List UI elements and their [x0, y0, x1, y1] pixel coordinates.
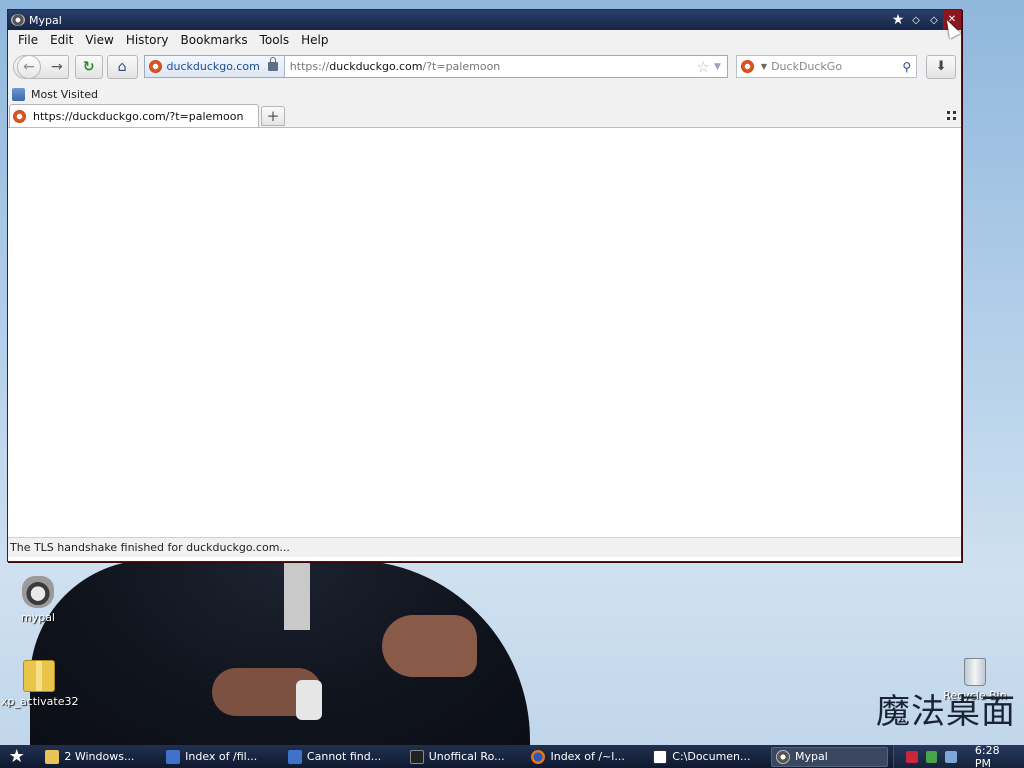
url-bar[interactable]: duckduckgo.com https://duckduckgo.com/?t…	[143, 55, 728, 78]
wallpaper-hand	[382, 615, 477, 677]
taskbar-item-label: 2 Windows...	[64, 750, 135, 763]
taskbar-item-label: Index of /fil...	[185, 750, 258, 763]
wallpaper-cuff	[296, 680, 322, 720]
site-identity-button[interactable]: duckduckgo.com	[144, 56, 285, 77]
search-bar[interactable]: ▼ DuckDuckGo ⚲	[735, 55, 918, 78]
status-text: The TLS handshake finished for duckduckg…	[10, 541, 290, 554]
taskbar-item-documents[interactable]: C:\Documen...	[649, 747, 766, 767]
start-button[interactable]: ★	[0, 745, 33, 768]
pin-icon[interactable]: ★	[889, 12, 907, 28]
wallpaper-shirt	[284, 560, 310, 630]
reload-button[interactable]: ↻	[74, 54, 103, 79]
menu-edit[interactable]: Edit	[44, 33, 79, 47]
window-title: Mypal	[29, 13, 62, 27]
taskbar-item-label: Index of /~l...	[550, 750, 625, 763]
bookmarks-toolbar: Most Visited	[8, 84, 961, 104]
tab-duckduckgo[interactable]: https://duckduckgo.com/?t=palemoon	[9, 104, 259, 127]
lock-icon	[267, 57, 278, 71]
shield-icon[interactable]	[905, 750, 918, 763]
folder-icon	[45, 749, 60, 764]
engine-dropdown-icon[interactable]: ▼	[761, 62, 767, 71]
menu-tools[interactable]: Tools	[254, 33, 296, 47]
downloads-button[interactable]: ⬇	[926, 54, 957, 79]
desktop-icon-mypal[interactable]: mypal	[0, 576, 76, 624]
tab-favicon-icon	[13, 109, 26, 123]
url-suffix: /?t=palemoon	[422, 60, 501, 73]
taskbar-item-windows[interactable]: 2 Windows...	[41, 747, 157, 767]
taskbar-item-label: Mypal	[795, 750, 828, 763]
most-visited-folder[interactable]: Most Visited	[31, 88, 98, 101]
wallpaper-logo: 魔法桌面	[876, 692, 1016, 732]
menu-help[interactable]: Help	[295, 33, 334, 47]
navigation-toolbar: ← → ↻ ⌂ duckduckgo.com https://duckduckg…	[8, 49, 961, 84]
zip-icon	[23, 660, 55, 692]
ie-icon	[287, 749, 302, 764]
taskbar-item-label: C:\Documen...	[672, 750, 751, 763]
minimize-button[interactable]: ◇	[907, 15, 925, 26]
menu-history[interactable]: History	[120, 33, 175, 47]
duckduckgo-icon	[148, 60, 162, 73]
list-all-tabs-icon[interactable]	[947, 111, 956, 120]
taskbar-item-label: Cannot find...	[306, 750, 382, 763]
network-icon[interactable]	[925, 750, 938, 763]
menu-file[interactable]: File	[12, 33, 44, 47]
menu-view[interactable]: View	[79, 33, 119, 47]
taskbar-item-mypal[interactable]: Mypal	[771, 746, 888, 767]
desktop-icon-xp-activate[interactable]: xp_activate32	[1, 660, 79, 708]
taskbar-item-cannot-find[interactable]: Cannot find...	[284, 747, 401, 767]
tab-bar: https://duckduckgo.com/?t=palemoon +	[8, 104, 961, 128]
url-host: duckduckgo.com	[329, 60, 423, 73]
most-visited-icon	[12, 87, 25, 101]
back-button[interactable]: ←	[17, 54, 41, 79]
status-bar: The TLS handshake finished for duckduckg…	[8, 537, 961, 557]
tab-label: https://duckduckgo.com/?t=palemoon	[33, 109, 244, 123]
forward-button[interactable]: →	[51, 59, 63, 75]
back-forward-group: ← →	[13, 54, 69, 79]
clock[interactable]: 6:28 PM	[975, 744, 1018, 768]
home-icon: ⌂	[117, 58, 127, 75]
menu-bookmarks[interactable]: Bookmarks	[175, 33, 254, 47]
taskbar-item-unoffical[interactable]: Unoffical Ro...	[406, 747, 523, 767]
url-dropdown-icon[interactable]: ▼	[714, 62, 721, 72]
recycle-bin-icon	[964, 658, 986, 686]
ie-icon	[166, 749, 181, 764]
search-icon[interactable]: ⚲	[902, 60, 911, 74]
volume-icon[interactable]	[945, 750, 957, 763]
star-icon: ★	[8, 746, 25, 767]
page-content[interactable]	[8, 128, 961, 537]
7zip-icon	[653, 749, 668, 764]
browser-window: Mypal ★ ◇ ◇ ✕ File Edit View History Boo…	[7, 9, 962, 562]
taskbar-item-label: Unoffical Ro...	[428, 750, 505, 763]
taskbar: ★ 2 Windows... Index of /fil... Cannot f…	[0, 744, 1024, 768]
taskbar-item-index-l[interactable]: Index of /~l...	[527, 747, 644, 767]
identity-label: duckduckgo.com	[166, 60, 260, 73]
desktop-icon-label: mypal	[20, 611, 55, 624]
new-tab-button[interactable]: +	[261, 106, 285, 126]
bookmark-star-icon[interactable]: ☆	[697, 58, 710, 76]
desktop-icon-label: xp_activate32	[1, 695, 79, 708]
reload-icon: ↻	[82, 58, 95, 75]
plus-icon: +	[266, 107, 280, 125]
url-prefix: https://	[289, 60, 330, 73]
search-input[interactable]: DuckDuckGo	[771, 60, 902, 73]
download-arrow-icon: ⬇	[935, 59, 947, 74]
menu-bar: File Edit View History Bookmarks Tools H…	[8, 30, 961, 49]
title-bar[interactable]: Mypal ★ ◇ ◇ ✕	[8, 10, 961, 30]
system-tray: 6:28 PM	[892, 744, 1024, 768]
mypal-icon	[11, 14, 25, 26]
taskbar-item-index-fil[interactable]: Index of /fil...	[162, 747, 279, 767]
mypal-icon	[22, 576, 54, 608]
duckduckgo-engine-icon[interactable]	[740, 60, 754, 73]
url-input[interactable]: https://duckduckgo.com/?t=palemoon	[285, 60, 697, 73]
console-icon	[409, 749, 424, 764]
home-button[interactable]: ⌂	[106, 54, 138, 79]
maximize-button[interactable]: ◇	[925, 15, 943, 26]
mypal-icon	[776, 749, 791, 764]
firefox-icon	[531, 749, 546, 764]
